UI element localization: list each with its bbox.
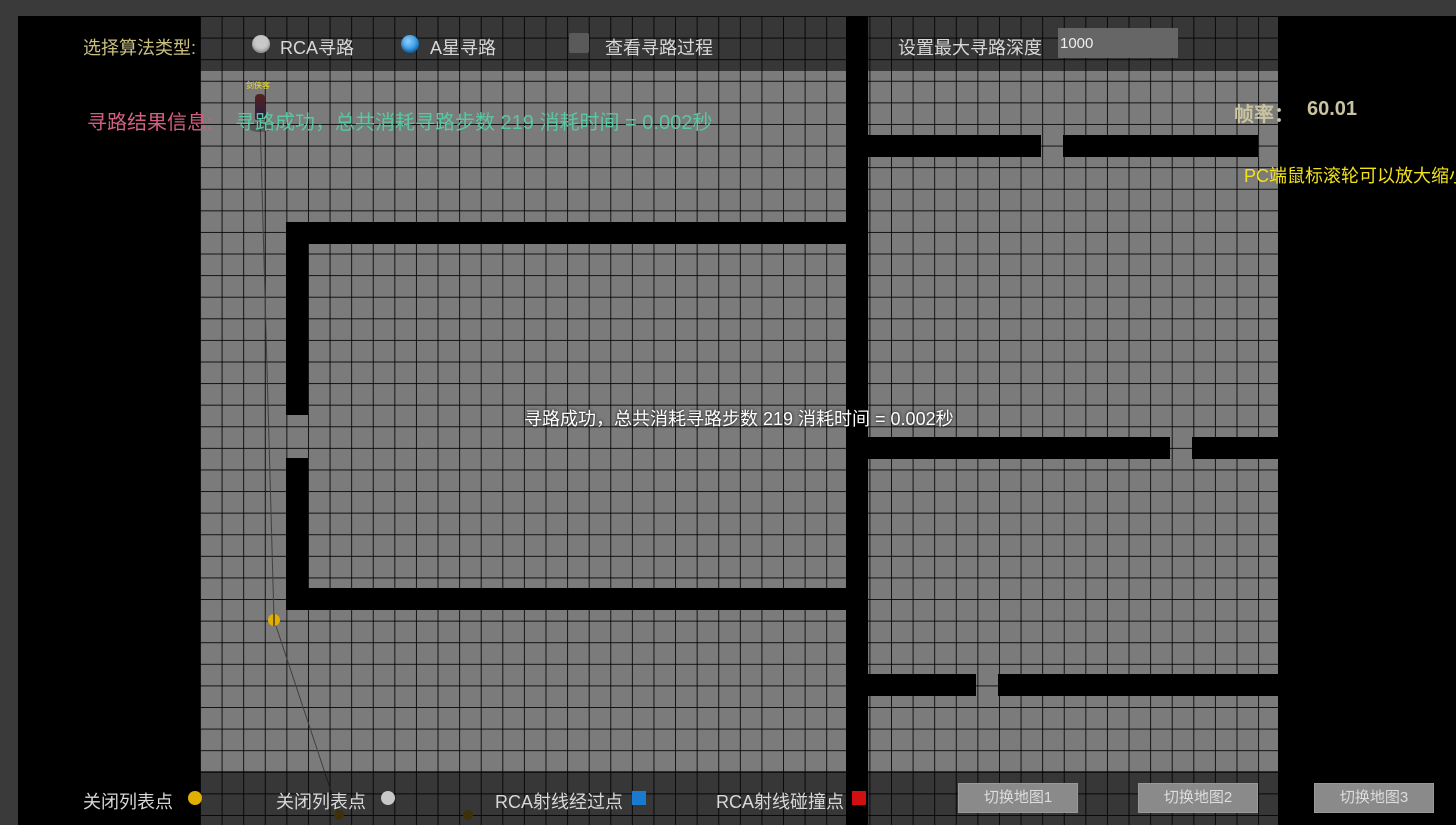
- rca-radio[interactable]: [252, 35, 270, 53]
- path-line: [259, 115, 275, 621]
- switch-map-3-button[interactable]: 切换地图3: [1314, 783, 1434, 813]
- top-toolbar: [18, 16, 1456, 71]
- astar-radio-label[interactable]: A星寻路: [430, 34, 496, 60]
- character-name-label: 剑侠客: [246, 81, 270, 90]
- game-viewport[interactable]: 剑侠客 选择算法类型: RCA寻路 A星寻路 查看寻路过程 设置最大寻路深度 寻…: [18, 16, 1456, 825]
- algorithm-type-label: 选择算法类型:: [83, 38, 197, 58]
- legend-red-square-icon: [852, 791, 866, 805]
- zoom-tip: PC端鼠标滚轮可以放大缩小: [1244, 166, 1456, 186]
- legend-ray-hit-label: RCA射线碰撞点: [716, 792, 845, 812]
- rca-radio-label[interactable]: RCA寻路: [280, 34, 354, 60]
- astar-radio[interactable]: [401, 35, 419, 53]
- result-toast: 寻路成功，总共消耗寻路步数 219 消耗时间 = 0.002秒: [524, 409, 954, 429]
- legend-blue-square-icon: [632, 791, 646, 805]
- view-process-label[interactable]: 查看寻路过程: [605, 34, 713, 60]
- max-depth-label: 设置最大寻路深度: [898, 38, 1042, 58]
- max-depth-input[interactable]: [1058, 28, 1178, 58]
- legend-closed-list-label-2: 关闭列表点: [276, 792, 366, 812]
- legend-ray-pass-label: RCA射线经过点: [495, 792, 624, 812]
- legend-yellow-dot-icon: [188, 791, 202, 805]
- switch-map-1-button[interactable]: 切换地图1: [958, 783, 1078, 813]
- legend-gray-dot-icon: [381, 791, 395, 805]
- fps-label: 帧率：: [1234, 104, 1294, 126]
- view-process-checkbox[interactable]: [569, 33, 589, 53]
- result-info-text: 寻路成功，总共消耗寻路步数 219 消耗时间 = 0.002秒: [235, 112, 713, 134]
- switch-map-2-button[interactable]: 切换地图2: [1138, 783, 1258, 813]
- legend-closed-list-label-1: 关闭列表点: [83, 792, 173, 812]
- fps-value: 60.01: [1307, 98, 1358, 120]
- result-info-label: 寻路结果信息:: [87, 112, 213, 134]
